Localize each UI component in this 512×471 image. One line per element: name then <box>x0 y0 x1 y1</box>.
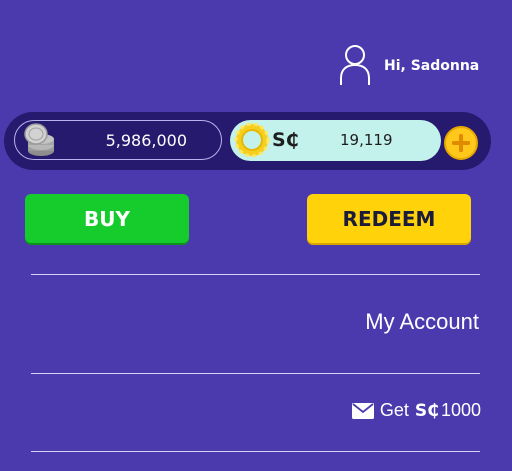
promo-sc-symbol: S₵ <box>414 400 439 421</box>
gold-coins-amount: 5,986,000 <box>105 131 187 150</box>
plus-circle-icon <box>452 134 470 152</box>
get-sc-promo-link[interactable]: Get S₵ 1000 <box>351 400 481 421</box>
user-icon <box>340 45 370 85</box>
add-coins-button[interactable] <box>444 126 478 160</box>
sweeps-coins-amount: 19,119 <box>340 131 393 149</box>
gold-coins-balance[interactable]: 5,986,000 <box>14 120 222 160</box>
silver-coin-stack-icon <box>24 123 54 156</box>
sc-symbol: S₵ <box>272 129 299 151</box>
mail-icon <box>351 402 374 419</box>
gold-coin-icon <box>234 122 270 158</box>
promo-prefix: Get <box>379 400 409 420</box>
redeem-button[interactable]: REDEEM <box>307 194 471 243</box>
divider <box>31 451 480 452</box>
user-greeting[interactable]: Hi, Sadonna <box>338 44 479 86</box>
divider <box>31 274 480 275</box>
greeting-text: Hi, Sadonna <box>384 58 480 74</box>
currency-bar: 5,986,000 S₵ 19,119 <box>4 112 491 170</box>
my-account-link[interactable]: My Account <box>365 309 479 335</box>
sweeps-coins-balance[interactable]: S₵ 19,119 <box>230 120 441 161</box>
buy-button[interactable]: BUY <box>25 194 189 243</box>
divider <box>31 373 480 374</box>
promo-amount: 1000 <box>440 400 481 420</box>
